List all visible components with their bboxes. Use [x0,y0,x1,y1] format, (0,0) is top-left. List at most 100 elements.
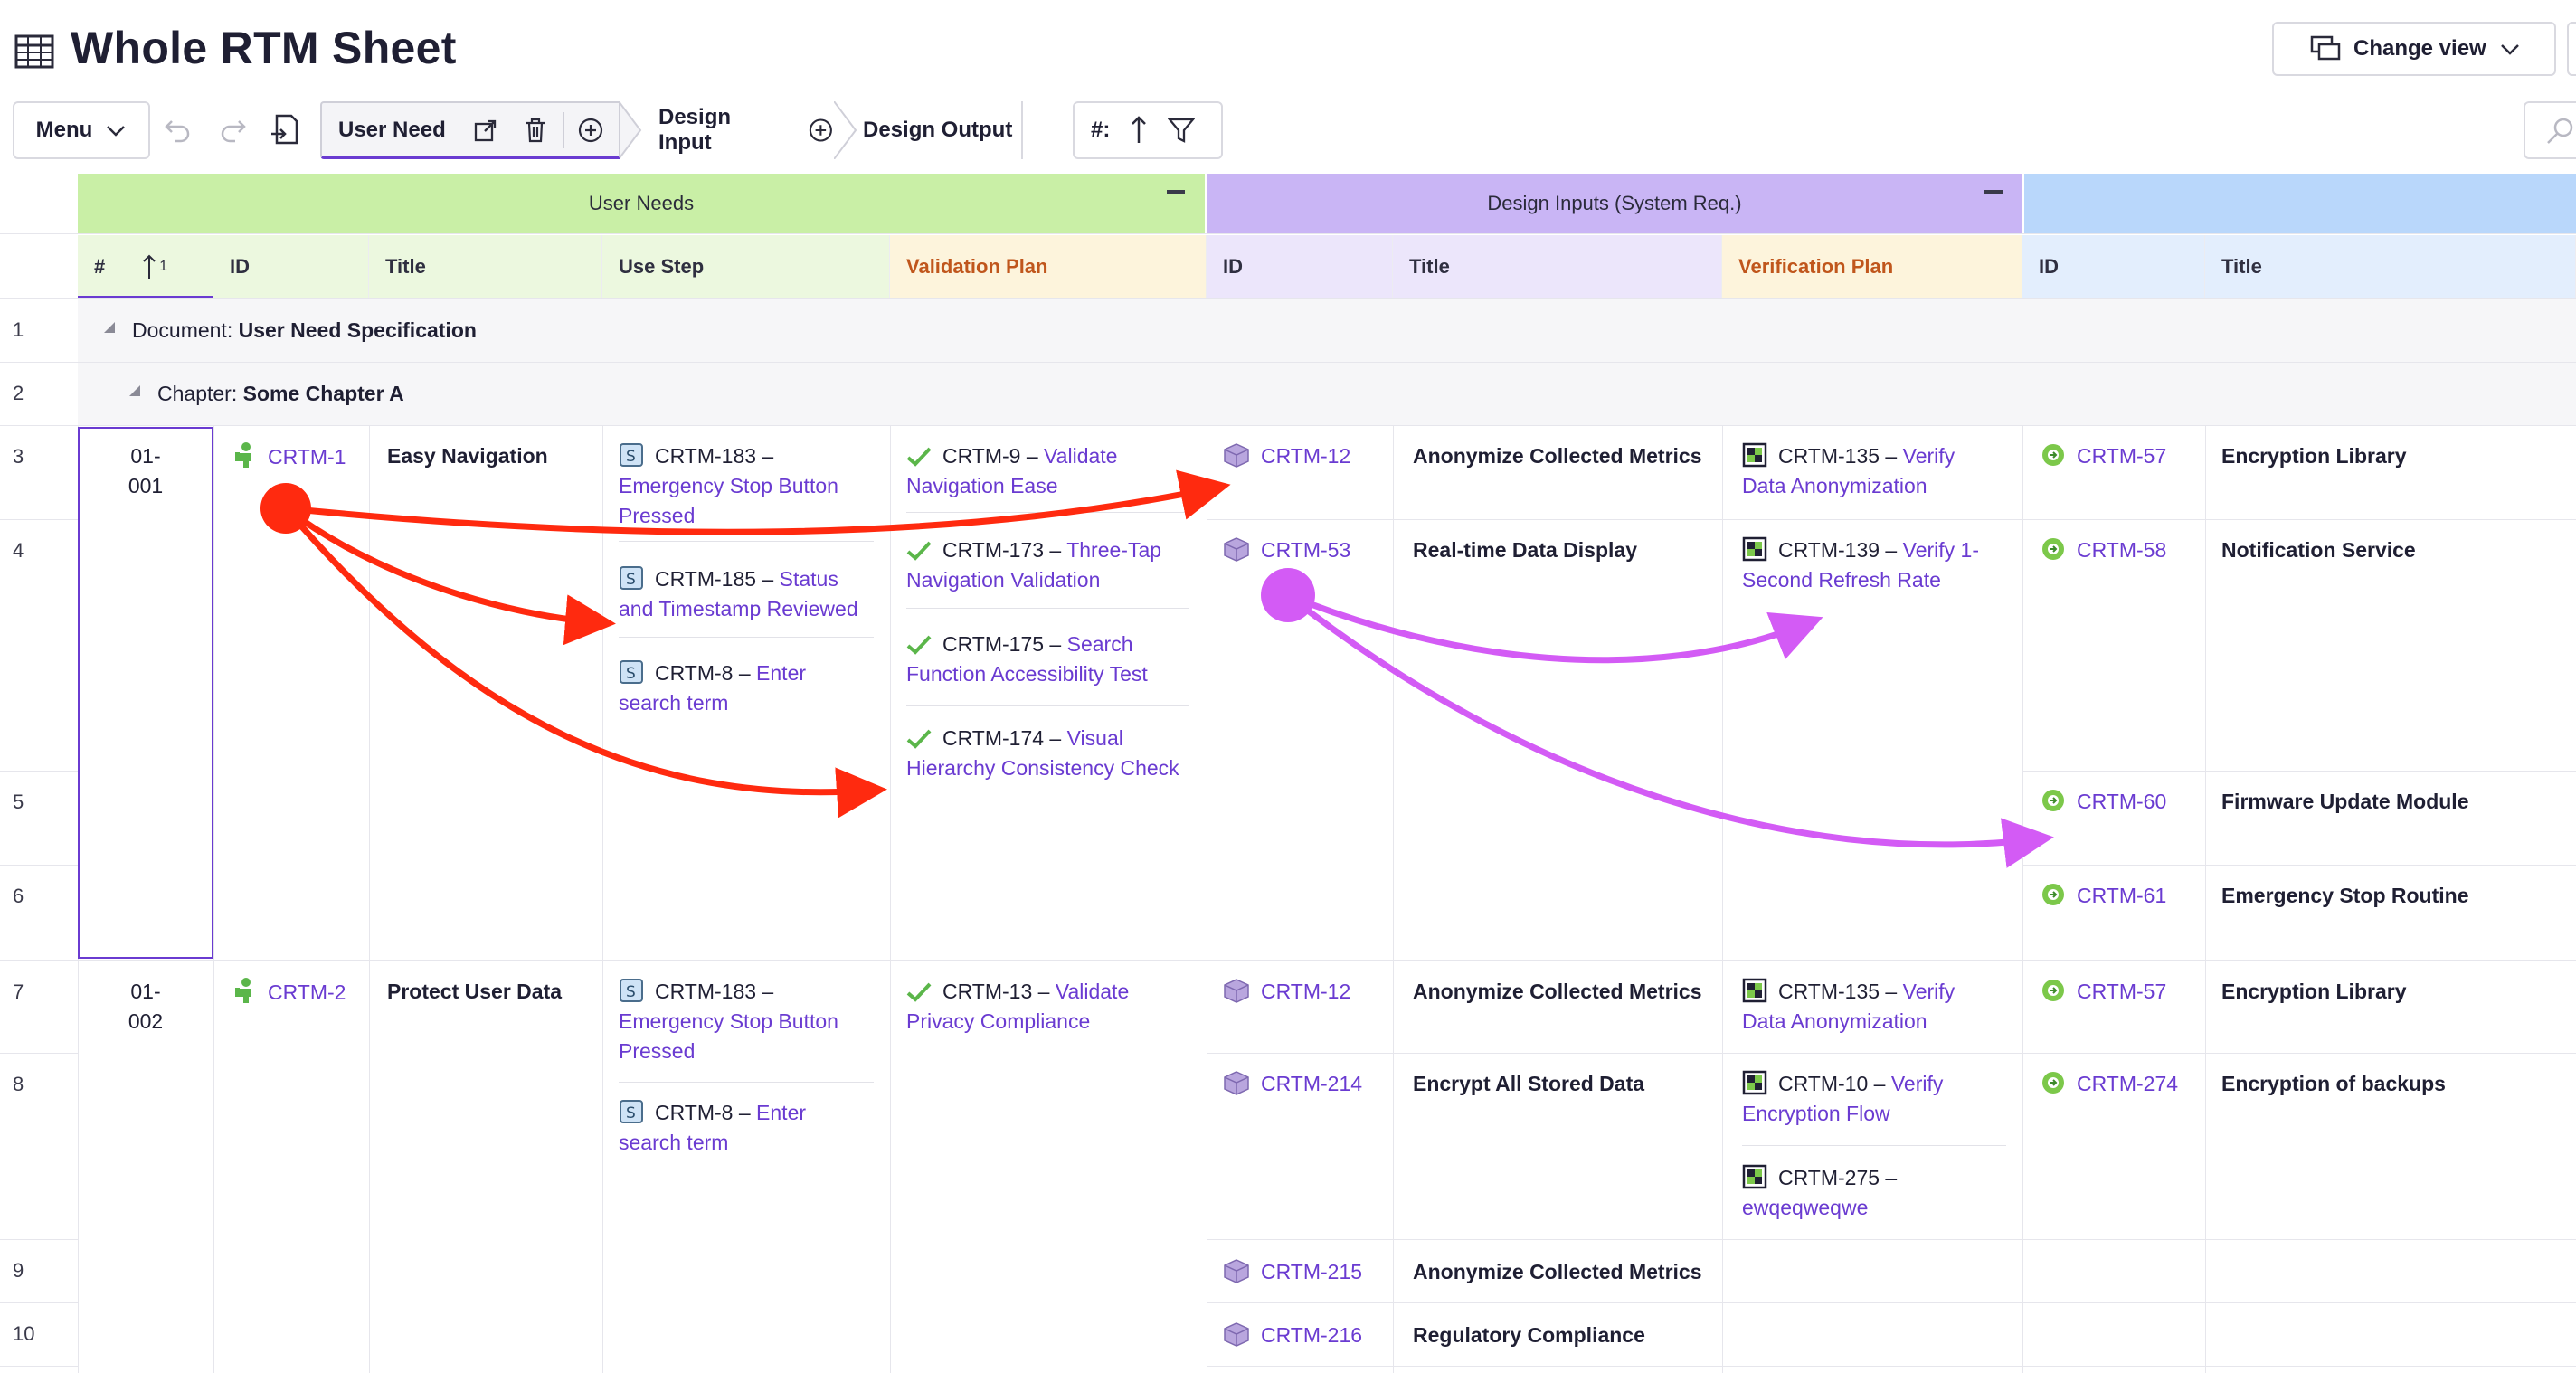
tab-design-output[interactable]: Design Output [857,101,1024,159]
verification-title-cont[interactable]: Data Anonymization [1742,1007,2013,1037]
verification-item[interactable]: CRTM-139 – Verify 1- Second Refresh Rate [1742,535,2013,595]
use-step-item[interactable]: S CRTM-185 – Status and Timestamp Reviewe… [619,564,881,624]
collapse-design-inputs-button[interactable] [1984,190,2003,194]
use-step-title-cont[interactable]: search term [619,688,881,718]
do-id-link[interactable]: CRTM-58 [2077,538,2166,562]
use-step-title[interactable]: Enter [756,1101,806,1124]
col-header-num[interactable]: # 1 [78,235,213,298]
validation-title-cont[interactable]: Navigation Ease [906,471,1196,501]
tab-design-input[interactable]: Design Input [642,101,834,159]
use-step-title-cont[interactable]: search term [619,1128,881,1158]
use-step-item[interactable]: S CRTM-8 – Enter search term [619,1098,881,1158]
verification-title[interactable]: Verify [1891,1072,1944,1095]
di-id-link[interactable]: CRTM-215 [1261,1260,1362,1283]
chapter-group-row[interactable]: Chapter: Some Chapter A [78,363,2576,425]
di-id-link[interactable]: CRTM-12 [1261,980,1350,1003]
trash-icon[interactable] [524,117,547,144]
do-id-link[interactable]: CRTM-57 [2077,444,2166,468]
validation-title[interactable]: Visual [1067,726,1123,750]
di-id-cell[interactable]: CRTM-216 [1223,1321,1362,1350]
validation-item[interactable]: CRTM-173 – Three-Tap Navigation Validati… [906,535,1196,595]
sort-ascending-icon[interactable] [1130,115,1148,146]
redo-icon[interactable] [217,114,248,145]
collapse-user-needs-button[interactable] [1167,190,1185,194]
do-id-link[interactable]: CRTM-57 [2077,980,2166,1003]
di-id-link[interactable]: CRTM-216 [1261,1323,1362,1347]
di-id-cell[interactable]: CRTM-215 [1223,1257,1362,1287]
use-step-title[interactable]: Emergency Stop Button [619,1007,881,1037]
validation-item[interactable]: CRTM-9 – Validate Navigation Ease [906,441,1196,501]
verification-title[interactable]: Verify [1903,444,1956,468]
use-step-title[interactable]: Enter [756,661,806,685]
selected-cell[interactable] [78,427,213,959]
use-step-item[interactable]: S CRTM-8 – Enter search term [619,658,881,718]
do-id-cell[interactable]: CRTM-61 [2041,881,2166,911]
verification-title[interactable]: ewqeqweqwe [1742,1193,2013,1223]
document-group-row[interactable]: Document: User Need Specification [78,299,2576,362]
col-header-di-id[interactable]: ID [1207,235,1393,298]
col-header-un-title[interactable]: Title [369,235,602,298]
validation-title[interactable]: Validate [1056,980,1129,1003]
use-step-title-cont[interactable]: and Timestamp Reviewed [619,594,881,624]
do-id-link[interactable]: CRTM-60 [2077,790,2166,813]
use-step-title-cont[interactable]: Pressed [619,501,881,531]
validation-item[interactable]: CRTM-175 – Search Function Accessibility… [906,630,1196,689]
expand-triangle-icon[interactable] [103,321,116,334]
do-id-cell[interactable]: CRTM-60 [2041,787,2166,817]
col-header-un-id[interactable]: ID [213,235,369,298]
verification-item[interactable]: CRTM-135 – Verify Data Anonymization [1742,977,2013,1037]
col-header-do-title[interactable]: Title [2205,235,2576,298]
verification-title-cont[interactable]: Data Anonymization [1742,471,2013,501]
di-id-cell[interactable]: CRTM-53 [1223,535,1350,565]
do-id-cell[interactable]: CRTM-274 [2041,1069,2178,1099]
col-header-validation-plan[interactable]: Validation Plan [890,235,1207,298]
use-step-item[interactable]: S CRTM-183 – Emergency Stop Button Presse… [619,441,881,531]
tab-user-need[interactable]: User Need [320,101,620,159]
add-circle-icon[interactable] [577,117,604,144]
do-id-cell[interactable]: CRTM-57 [2041,441,2166,471]
verification-title[interactable]: Verify [1903,980,1956,1003]
di-id-cell[interactable]: CRTM-12 [1223,441,1350,471]
do-id-cell[interactable]: CRTM-57 [2041,977,2166,1007]
verification-item[interactable]: CRTM-275 – ewqeqweqwe [1742,1163,2013,1223]
validation-item[interactable]: CRTM-174 – Visual Hierarchy Consistency … [906,724,1196,783]
verification-item[interactable]: CRTM-10 – Verify Encryption Flow [1742,1069,2013,1129]
validation-item[interactable]: CRTM-13 – Validate Privacy Compliance [906,977,1196,1037]
un-id-cell[interactable]: CRTM-1 [233,441,346,472]
validation-title-cont[interactable]: Function Accessibility Test [906,659,1196,689]
do-id-link[interactable]: CRTM-61 [2077,884,2166,907]
do-id-link[interactable]: CRTM-274 [2077,1072,2178,1095]
undo-icon[interactable] [163,114,194,145]
use-step-item[interactable]: S CRTM-183 – Emergency Stop Button Presse… [619,977,881,1066]
un-id-link[interactable]: CRTM-1 [268,445,346,469]
use-step-title-cont[interactable]: Pressed [619,1037,881,1066]
do-id-cell[interactable]: CRTM-58 [2041,535,2166,565]
validation-title-cont[interactable]: Privacy Compliance [906,1007,1196,1037]
un-id-cell[interactable]: CRTM-2 [233,977,346,1008]
use-step-title[interactable]: Status [780,567,838,591]
di-id-cell[interactable]: CRTM-214 [1223,1069,1362,1099]
col-header-di-title[interactable]: Title [1393,235,1722,298]
verification-title-cont[interactable]: Encryption Flow [1742,1099,2013,1129]
verification-title-cont[interactable]: Second Refresh Rate [1742,565,2013,595]
menu-button[interactable]: Menu [13,101,150,159]
open-external-icon[interactable] [473,118,498,143]
di-id-link[interactable]: CRTM-214 [1261,1072,1362,1095]
validation-title-cont[interactable]: Navigation Validation [906,565,1196,595]
expand-triangle-icon[interactable] [128,384,141,397]
search-button[interactable] [2524,101,2576,159]
change-view-button[interactable]: Change view [2272,22,2556,76]
di-id-link[interactable]: CRTM-53 [1261,538,1350,562]
un-id-link[interactable]: CRTM-2 [268,980,346,1004]
di-id-cell[interactable]: CRTM-12 [1223,977,1350,1007]
validation-title[interactable]: Search [1067,632,1133,656]
col-header-verification-plan[interactable]: Verification Plan [1722,235,2022,298]
validation-title[interactable]: Validate [1044,444,1117,468]
use-step-title[interactable]: Emergency Stop Button [619,471,881,501]
col-header-do-id[interactable]: ID [2022,235,2205,298]
add-circle-icon[interactable] [808,117,834,144]
validation-title-cont[interactable]: Hierarchy Consistency Check [906,753,1196,783]
verification-title[interactable]: Verify 1- [1903,538,1979,562]
export-icon[interactable] [270,112,302,147]
validation-title[interactable]: Three-Tap [1066,538,1161,562]
